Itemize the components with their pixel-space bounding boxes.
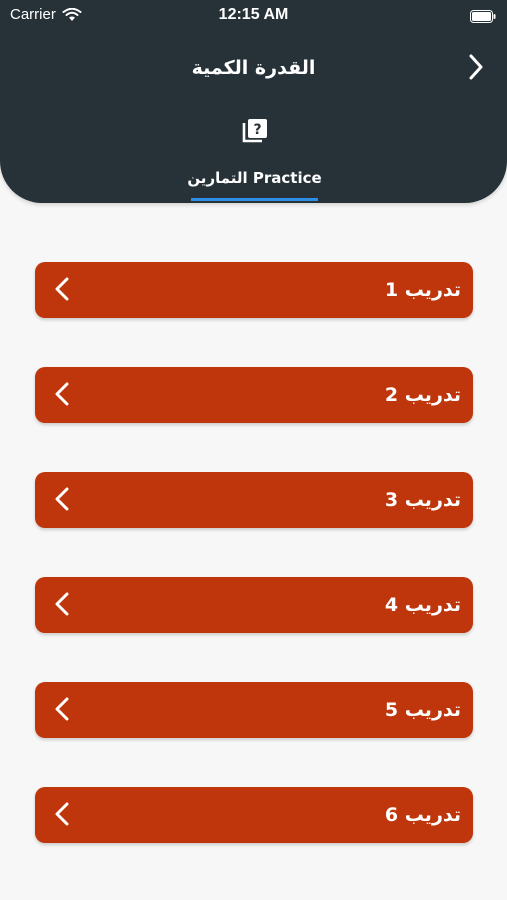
practice-item-label: تدريب 6 bbox=[384, 804, 461, 826]
practice-item-3[interactable]: تدريب 3 bbox=[35, 472, 473, 528]
chevron-left-icon bbox=[55, 802, 69, 826]
svg-text:?: ? bbox=[253, 122, 261, 138]
chevron-left-icon bbox=[55, 382, 69, 406]
tab-practice[interactable]: ? التمارين Practice bbox=[187, 112, 322, 203]
practice-item-6[interactable]: تدريب 6 bbox=[35, 787, 473, 843]
back-button[interactable] bbox=[461, 52, 491, 82]
practice-item-5[interactable]: تدريب 5 bbox=[35, 682, 473, 738]
practice-item-4[interactable]: تدريب 4 bbox=[35, 577, 473, 633]
page-title: القدرة الكمية bbox=[191, 57, 316, 79]
practice-item-label: تدريب 3 bbox=[384, 489, 461, 511]
chevron-left-icon bbox=[55, 487, 69, 511]
navigation-bar: القدرة الكمية bbox=[0, 44, 507, 94]
practice-item-2[interactable]: تدريب 2 bbox=[35, 367, 473, 423]
practice-item-label: تدريب 1 bbox=[384, 279, 461, 301]
quiz-icon: ? bbox=[241, 117, 269, 145]
chevron-left-icon bbox=[55, 592, 69, 616]
tab-label: التمارين Practice bbox=[187, 169, 322, 187]
status-bar: Carrier 12:15 AM bbox=[0, 0, 507, 30]
practice-item-label: تدريب 4 bbox=[384, 594, 461, 616]
practice-item-label: تدريب 2 bbox=[384, 384, 461, 406]
status-time: 12:15 AM bbox=[218, 6, 289, 23]
practice-list: تدريب 1 تدريب 2 تدريب 3 تدريب 4 تدريب 5 … bbox=[35, 262, 473, 892]
battery-icon bbox=[470, 8, 496, 23]
tab-indicator bbox=[191, 198, 318, 201]
app-header: Carrier 12:15 AM القدرة الكمية ? التماري… bbox=[0, 0, 507, 203]
chevron-right-icon bbox=[469, 54, 483, 80]
chevron-left-icon bbox=[55, 277, 69, 301]
practice-item-1[interactable]: تدريب 1 bbox=[35, 262, 473, 318]
practice-item-label: تدريب 5 bbox=[384, 699, 461, 721]
chevron-left-icon bbox=[55, 697, 69, 721]
